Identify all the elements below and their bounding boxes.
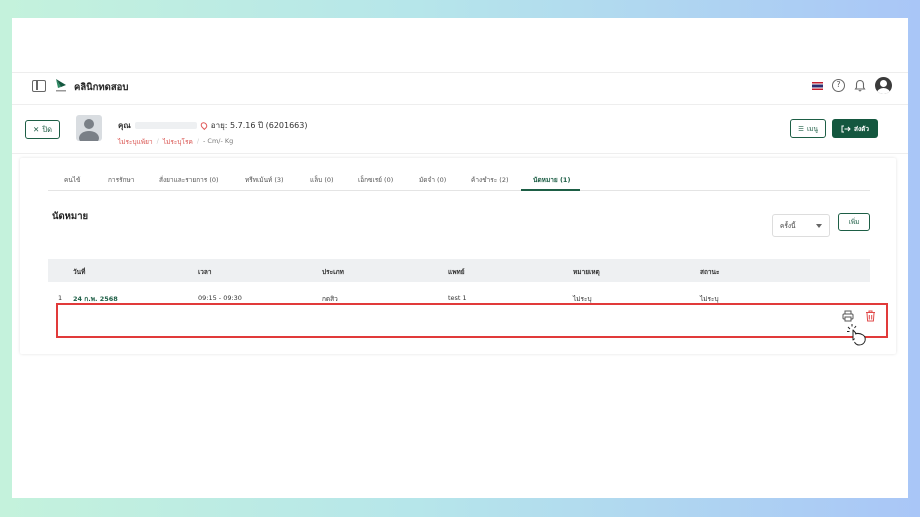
tab-patient[interactable]: คนไข้	[64, 175, 81, 185]
separator: /	[196, 137, 200, 145]
trash-icon[interactable]	[865, 310, 876, 322]
patient-bar: ✕ ปิด คุณ อายุ: 5.7.16 ปี (6201663) ไม่ร…	[12, 104, 908, 154]
column-header: หมายเหตุ	[573, 268, 600, 276]
patient-title: คุณ	[118, 121, 131, 130]
column-header: เวลา	[198, 268, 212, 276]
print-icon[interactable]	[842, 310, 854, 322]
app-window: คลินิกทดสอบ ? ✕ ปิด คุณ อายุ: 5.7.16 ปี …	[12, 18, 908, 498]
send-button[interactable]: ส่งตัว	[832, 119, 878, 138]
clinic-logo	[56, 79, 66, 92]
column-header: สถานะ	[700, 268, 720, 276]
send-label: ส่งตัว	[853, 124, 869, 133]
filter-value: ครั้งนี้	[780, 221, 796, 230]
separator: /	[156, 137, 159, 145]
top-right-actions: ?	[812, 77, 892, 94]
tab-bar: คนไข้ การรักษา สั่งยาและรายการ (0) ทรีทเ…	[48, 168, 870, 191]
patient-allergy: ไม่ระบุแพ้ยา	[118, 138, 153, 146]
column-header: ประเภท	[322, 268, 344, 276]
section-title: นัดหมาย	[52, 211, 89, 222]
tab-deposit[interactable]: มัดจำ (0)	[419, 175, 446, 185]
column-header: วันที่	[73, 268, 86, 276]
menu-label: เมนู	[806, 124, 818, 133]
patient-info: คุณ อายุ: 5.7.16 ปี (6201663)	[118, 119, 307, 132]
add-button[interactable]: เพิ่ม	[838, 213, 870, 231]
send-icon	[841, 125, 851, 132]
chevron-down-icon	[816, 224, 822, 228]
patient-disease: ไม่ระบุโรค	[162, 138, 193, 146]
menu-button[interactable]: ☰ เมนู	[790, 119, 826, 138]
row-number: 1	[58, 294, 63, 302]
tab-lab[interactable]: แล็บ (0)	[310, 175, 334, 185]
column-header: แพทย์	[448, 268, 465, 276]
tab-medication[interactable]: สั่งยาและรายการ (0)	[159, 175, 219, 185]
top-navbar: คลินิกทดสอบ ?	[12, 72, 908, 102]
row-highlight-box	[56, 303, 888, 338]
clinic-name: คลินิกทดสอบ	[74, 82, 129, 93]
patient-name-redacted	[134, 122, 197, 129]
tab-treatments[interactable]: ทรีทเม้นท์ (3)	[245, 175, 284, 185]
active-tab-indicator	[521, 189, 580, 191]
help-icon[interactable]: ?	[832, 79, 845, 92]
menu-icon: ☰	[798, 124, 804, 133]
tab-treatment[interactable]: การรักษา	[108, 175, 134, 185]
patient-age: อายุ: 5.7.16 ปี (6201663)	[210, 121, 308, 130]
close-icon: ✕	[33, 125, 40, 134]
location-pin-icon	[199, 120, 209, 131]
patient-details: ไม่ระบุแพ้ยา / ไม่ระบุโรค / - Cm/- Kg	[118, 137, 233, 147]
tab-appointment[interactable]: นัดหมาย (1)	[533, 175, 570, 185]
sidebar-toggle-icon[interactable]	[32, 80, 46, 92]
bell-icon[interactable]	[854, 79, 866, 92]
row-doctor: test 1	[448, 294, 467, 302]
tab-xray[interactable]: เอ็กซเรย์ (0)	[358, 175, 393, 185]
click-cursor-icon	[847, 324, 866, 346]
filter-select[interactable]: ครั้งนี้	[772, 214, 830, 237]
table-header: วันที่ เวลา ประเภท แพทย์ หมายเหตุ สถานะ	[48, 259, 870, 282]
row-time: 09:15 - 09:30	[198, 294, 242, 302]
tab-outstanding[interactable]: ค้างชำระ (2)	[471, 175, 509, 185]
close-button[interactable]: ✕ ปิด	[25, 120, 60, 139]
thai-flag-icon[interactable]	[812, 81, 823, 90]
user-avatar-icon[interactable]	[875, 77, 892, 94]
close-label: ปิด	[42, 124, 52, 134]
patient-body: - Cm/- Kg	[203, 137, 234, 145]
patient-avatar	[76, 115, 102, 141]
